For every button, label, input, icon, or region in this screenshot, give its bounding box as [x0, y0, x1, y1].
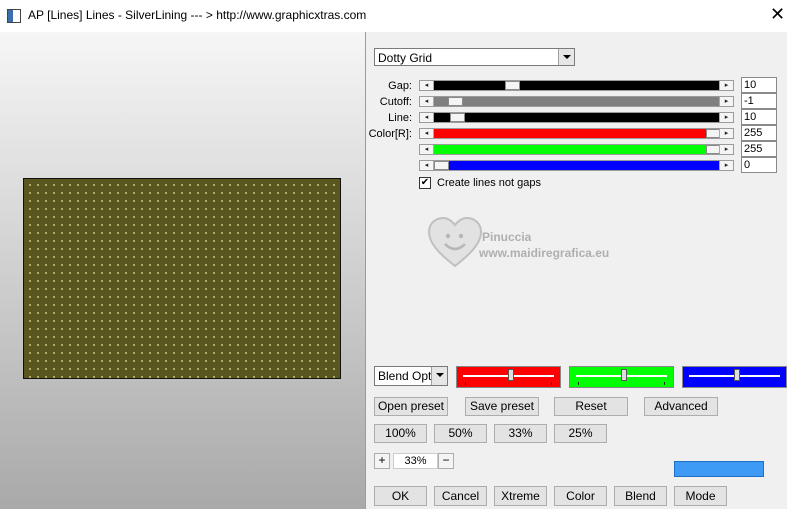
cutoff-slider[interactable]: ◂ ▸	[419, 96, 734, 107]
right-arrow-icon[interactable]: ▸	[719, 145, 733, 154]
zoom-in-button[interactable]: +	[374, 453, 390, 469]
left-arrow-icon[interactable]: ◂	[420, 113, 434, 122]
zoom-50-button[interactable]: 50%	[434, 424, 487, 443]
blue-blend-thumb[interactable]	[734, 369, 740, 381]
color-red-value-field[interactable]: 255	[741, 125, 777, 141]
cutoff-slider-thumb[interactable]	[448, 97, 463, 106]
ok-button[interactable]: OK	[374, 486, 427, 506]
app-window-icon	[7, 9, 21, 23]
chevron-down-icon[interactable]	[431, 367, 447, 385]
slider-ticks	[465, 382, 552, 385]
preview-image	[23, 178, 341, 379]
cutoff-value-field[interactable]: -1	[741, 93, 777, 109]
watermark-url: www.maidiregrafica.eu	[479, 246, 610, 260]
color-blue-value-field[interactable]: 0	[741, 157, 777, 173]
color-green-value-field[interactable]: 255	[741, 141, 777, 157]
cancel-button[interactable]: Cancel	[434, 486, 487, 506]
blue-blend-slider[interactable]	[682, 366, 787, 388]
gap-slider-thumb[interactable]	[505, 81, 520, 90]
green-blend-thumb[interactable]	[621, 369, 627, 381]
chevron-down-icon[interactable]	[558, 49, 574, 65]
blend-button[interactable]: Blend	[614, 486, 667, 506]
preset-select-value: Dotty Grid	[378, 51, 433, 65]
red-blend-slider[interactable]	[456, 366, 561, 388]
green-blend-slider[interactable]	[569, 366, 674, 388]
gap-label: Gap:	[388, 80, 412, 92]
mode-button[interactable]: Mode	[674, 486, 727, 506]
left-arrow-icon[interactable]: ◂	[420, 81, 434, 90]
right-arrow-icon[interactable]: ▸	[719, 97, 733, 106]
reset-button[interactable]: Reset	[554, 397, 628, 416]
blend-options-value: Blend Optio	[378, 369, 432, 383]
xtreme-button[interactable]: Xtreme	[494, 486, 547, 506]
right-arrow-icon[interactable]: ▸	[719, 129, 733, 138]
color-button[interactable]: Color	[554, 486, 607, 506]
close-icon[interactable]: ✕	[770, 5, 785, 23]
color-r-label: Color[R]:	[368, 128, 412, 140]
color-blue-slider-thumb[interactable]	[434, 161, 449, 170]
line-value-field[interactable]: 10	[741, 109, 777, 125]
checkmark-icon: ✔	[420, 177, 430, 188]
right-arrow-icon[interactable]: ▸	[719, 161, 733, 170]
gap-slider[interactable]: ◂ ▸	[419, 80, 734, 91]
cutoff-label: Cutoff:	[379, 96, 412, 108]
heart-smiley-icon	[427, 216, 483, 268]
red-blend-thumb[interactable]	[508, 369, 514, 381]
left-arrow-icon[interactable]: ◂	[420, 161, 434, 170]
left-arrow-icon[interactable]: ◂	[420, 97, 434, 106]
color-swatch-bar[interactable]	[674, 461, 764, 477]
right-arrow-icon[interactable]: ▸	[719, 113, 733, 122]
right-arrow-icon[interactable]: ▸	[719, 81, 733, 90]
line-slider-fill	[434, 113, 719, 122]
line-slider-thumb[interactable]	[450, 113, 465, 122]
zoom-level-field[interactable]: 33%	[393, 453, 438, 469]
zoom-out-button[interactable]: −	[438, 453, 454, 469]
save-preset-button[interactable]: Save preset	[465, 397, 539, 416]
line-slider[interactable]: ◂ ▸	[419, 112, 734, 123]
color-green-slider-fill	[434, 145, 719, 154]
create-lines-checkbox[interactable]: ✔	[419, 177, 431, 189]
zoom-33-button[interactable]: 33%	[494, 424, 547, 443]
gap-value-field[interactable]: 10	[741, 77, 777, 93]
preview-panel	[0, 32, 366, 509]
zoom-100-button[interactable]: 100%	[374, 424, 427, 443]
color-blue-slider[interactable]: ◂ ▸	[419, 160, 734, 171]
open-preset-button[interactable]: Open preset	[374, 397, 448, 416]
slider-ticks	[691, 382, 778, 385]
window-title: AP [Lines] Lines - SilverLining --- > ht…	[28, 8, 367, 22]
left-arrow-icon[interactable]: ◂	[420, 145, 434, 154]
gap-slider-fill	[434, 81, 719, 90]
preset-select[interactable]: Dotty Grid	[374, 48, 575, 66]
title-bar: AP [Lines] Lines - SilverLining --- > ht…	[0, 0, 787, 32]
cutoff-slider-fill	[434, 97, 719, 106]
watermark-name: Pinuccia	[482, 230, 532, 244]
zoom-25-button[interactable]: 25%	[554, 424, 607, 443]
line-label: Line:	[388, 112, 412, 124]
advanced-button[interactable]: Advanced	[644, 397, 718, 416]
color-green-slider[interactable]: ◂ ▸	[419, 144, 734, 155]
left-arrow-icon[interactable]: ◂	[420, 129, 434, 138]
blend-options-select[interactable]: Blend Optio	[374, 366, 448, 386]
slider-ticks	[578, 382, 665, 385]
color-blue-slider-fill	[434, 161, 719, 170]
color-red-slider-fill	[434, 129, 719, 138]
create-lines-label: Create lines not gaps	[437, 177, 541, 189]
color-red-slider[interactable]: ◂ ▸	[419, 128, 734, 139]
